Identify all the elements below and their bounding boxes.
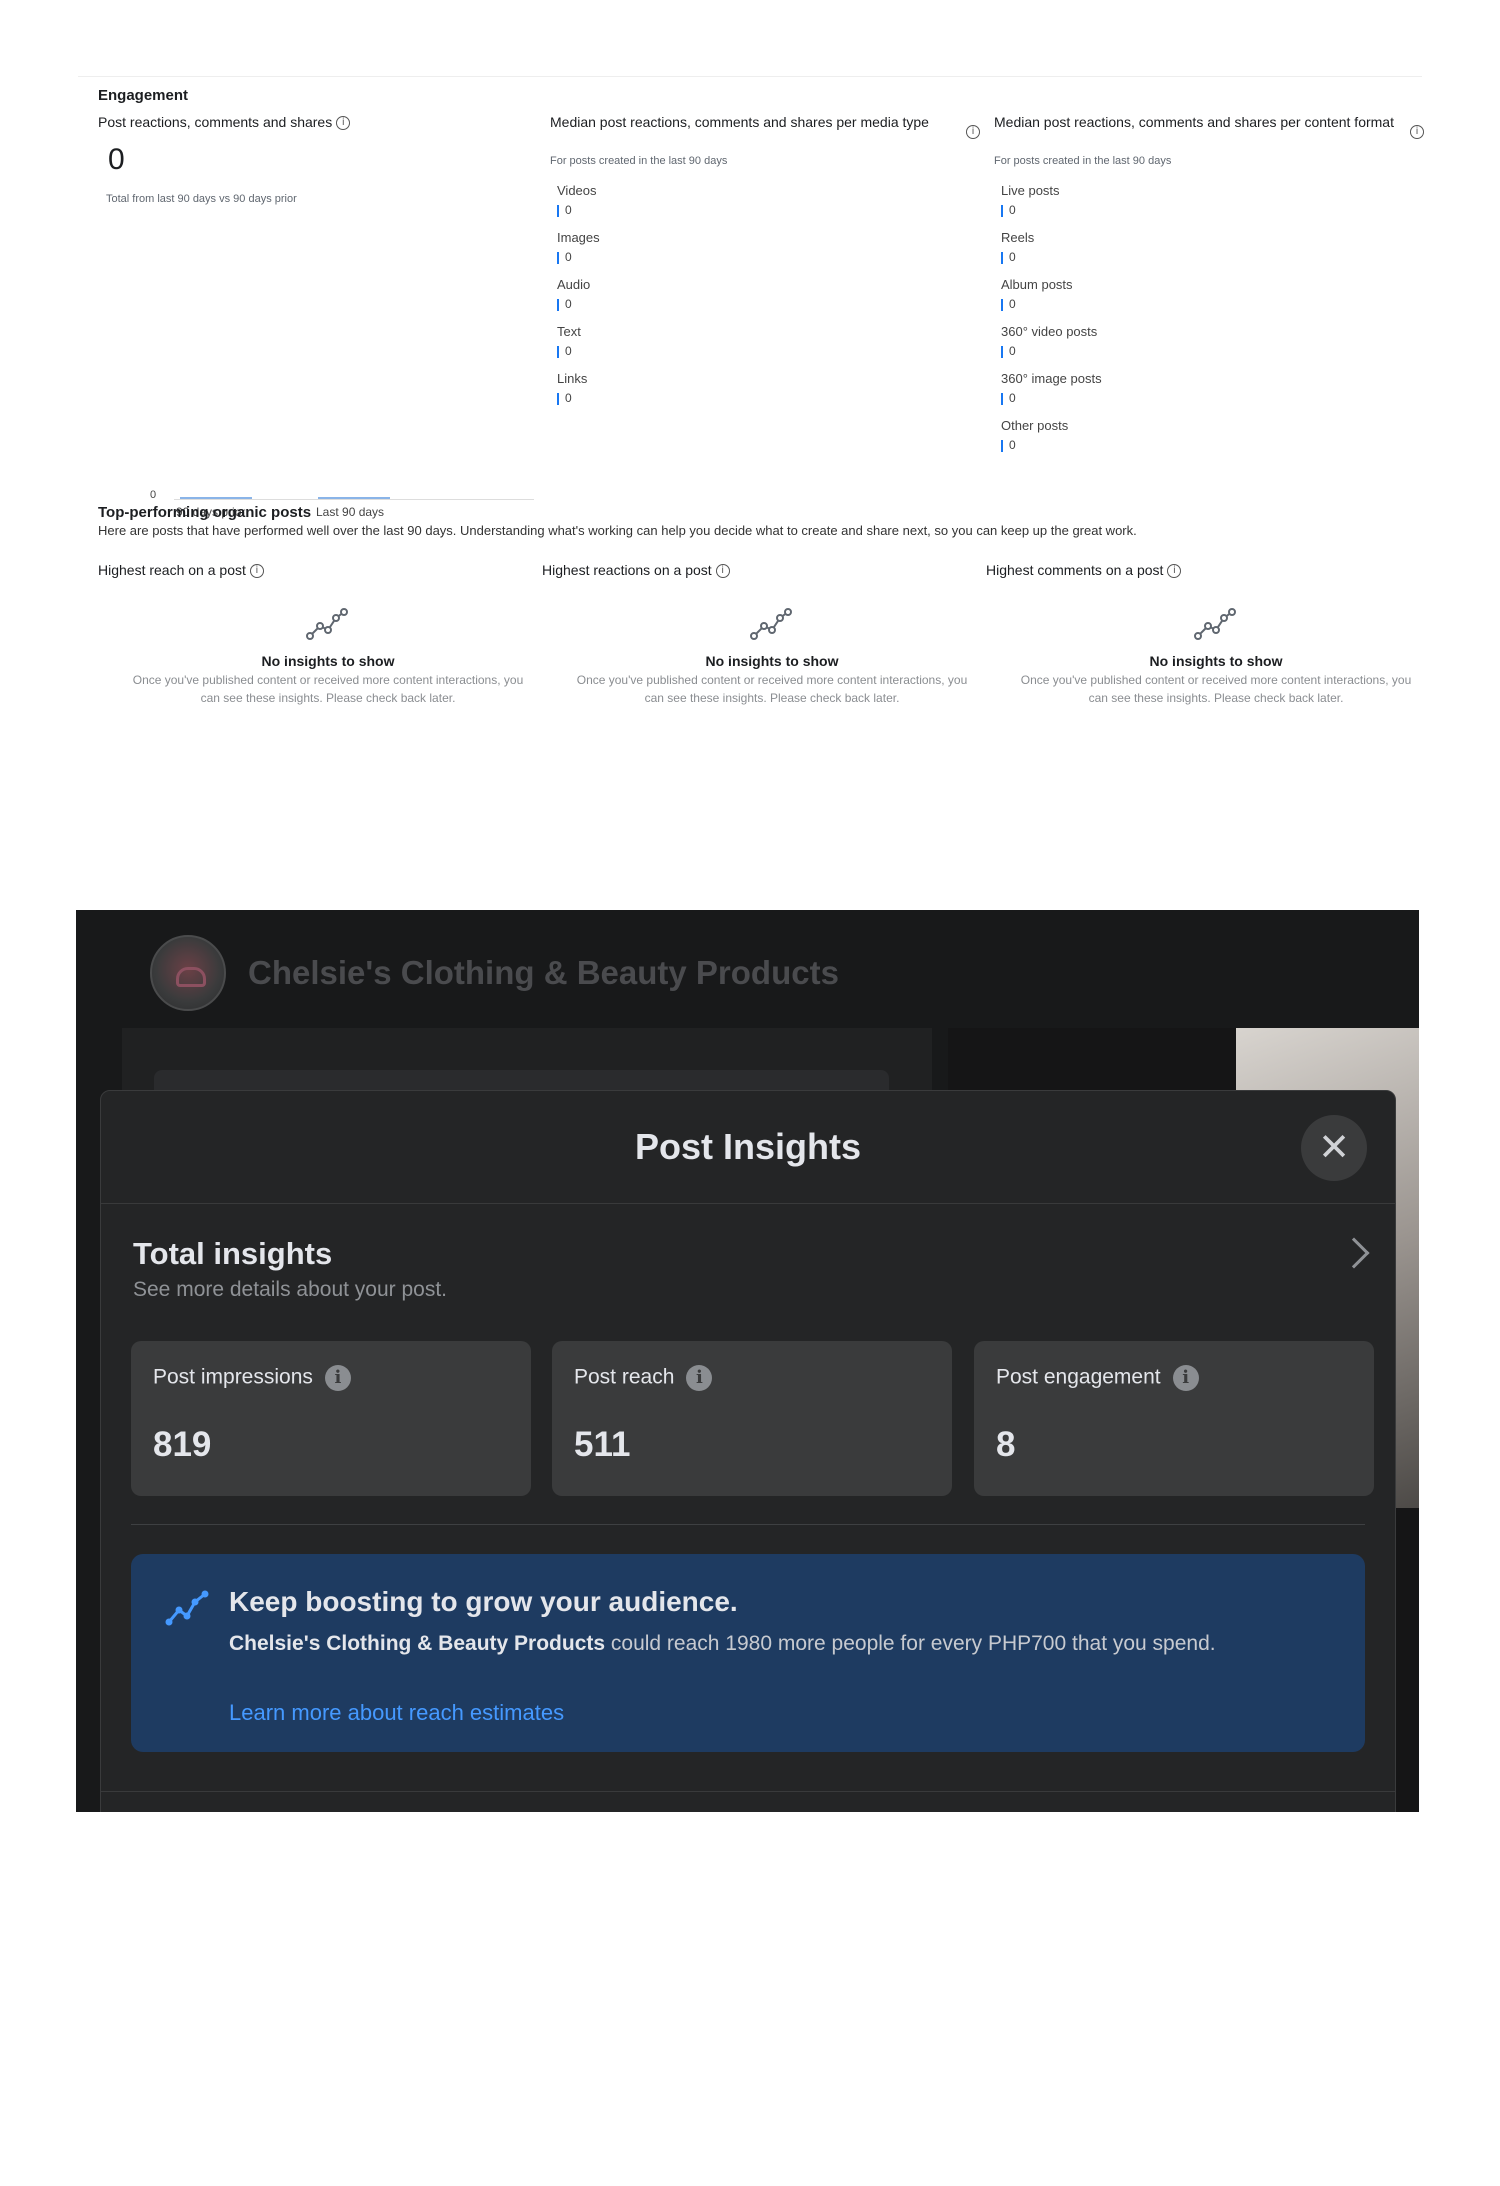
empty-title: No insights to show: [261, 653, 395, 669]
stat-value: 511: [574, 1425, 631, 1464]
empty-state: No insights to show Once you've publishe…: [572, 602, 972, 707]
list-item-value: 0: [1001, 250, 1016, 264]
list-item-value: 0: [1001, 344, 1016, 358]
list-item-value: 0: [557, 203, 572, 217]
list-item-label: Text: [557, 324, 581, 339]
info-icon[interactable]: i: [1172, 1365, 1199, 1391]
reactions-comparison-chart: 0 90 days prior Last 90 days: [78, 197, 538, 519]
list-item-label: Images: [557, 230, 600, 245]
content-format-subtitle: For posts created in the last 90 days: [994, 155, 1172, 167]
list-item-value: 0: [1001, 438, 1016, 452]
empty-description: Once you've published content or receive…: [576, 673, 968, 705]
list-item-value: 0: [557, 344, 572, 358]
info-icon[interactable]: i: [686, 1365, 713, 1391]
trend-line-icon: [1194, 608, 1236, 640]
list-item-value: 0: [1001, 203, 1016, 217]
list-item-label: Album posts: [1001, 277, 1073, 292]
stat-label: Post reach: [574, 1365, 675, 1389]
list-item-label: Audio: [557, 277, 591, 292]
media-type-title: Median post reactions, comments and shar…: [550, 114, 929, 130]
list-item-label: Reels: [1001, 230, 1035, 245]
list-item-label: Live posts: [1001, 183, 1060, 198]
empty-title: No insights to show: [705, 653, 839, 669]
chart-x-label: Last 90 days: [316, 505, 385, 519]
reactions-total-title: Post reactions, comments and shares i: [98, 113, 351, 131]
info-icon[interactable]: i: [715, 564, 730, 579]
list-item-value: 0: [557, 391, 572, 405]
card-head-reach: Highest reach on a post i: [98, 562, 264, 579]
stat-card-reach: Post reach i 511: [552, 1341, 952, 1496]
reactions-total-value: 0: [108, 143, 125, 176]
info-icon[interactable]: i: [324, 1365, 351, 1391]
chart-bar: [318, 497, 390, 499]
list-item-label: Other posts: [1001, 418, 1069, 433]
close-button[interactable]: ✕: [1301, 1115, 1367, 1181]
empty-description: Once you've published content or receive…: [132, 673, 524, 705]
list-item-label: Links: [557, 371, 588, 386]
boost-title: Keep boosting to grow your audience.: [229, 1586, 738, 1617]
top-posts-description: Here are posts that have performed well …: [98, 523, 1137, 538]
info-icon[interactable]: i: [966, 124, 980, 139]
top-posts-title: Top-performing organic posts: [98, 504, 312, 521]
page-avatar[interactable]: [150, 935, 226, 1011]
total-insights-title: Total insights: [133, 1236, 333, 1271]
close-icon: ✕: [1318, 1125, 1350, 1169]
modal-title: Post Insights: [634, 1126, 862, 1167]
chart-bar: [180, 497, 252, 499]
list-item-label: 360° video posts: [1001, 324, 1098, 339]
content-format-title: Median post reactions, comments and shar…: [994, 114, 1394, 130]
post-insights-screen: Chelsie's Clothing & Beauty Products Pos…: [76, 910, 1419, 1812]
list-item-label: Videos: [557, 183, 597, 198]
chart-baseline: [174, 499, 534, 500]
stat-card-engagement: Post engagement i 8: [974, 1341, 1374, 1496]
post-insights-modal: Post Insights ✕ Total insights See more …: [100, 1090, 1396, 1812]
reach-estimates-link[interactable]: Learn more about reach estimates: [229, 1700, 564, 1726]
chart-y-zero: 0: [150, 489, 157, 501]
empty-description: Once you've published content or receive…: [1020, 673, 1412, 705]
stat-label: Post impressions: [153, 1365, 313, 1389]
list-item-value: 0: [557, 297, 572, 311]
empty-state: No insights to show Once you've publishe…: [1016, 602, 1416, 707]
empty-title: No insights to show: [1149, 653, 1283, 669]
divider: [101, 1791, 1395, 1792]
engagement-title: Engagement: [98, 87, 189, 104]
chevron-right-icon: [1338, 1237, 1370, 1269]
boost-body: Chelsie's Clothing & Beauty Products cou…: [229, 1628, 1309, 1659]
info-icon[interactable]: i: [336, 116, 351, 131]
boost-body-text: could reach 1980 more people for every P…: [605, 1632, 1216, 1655]
info-icon[interactable]: i: [1410, 124, 1424, 139]
page-name[interactable]: Chelsie's Clothing & Beauty Products: [248, 954, 839, 992]
total-insights-subtitle: See more details about your post.: [133, 1278, 448, 1301]
list-item-value: 0: [557, 250, 572, 264]
card-head-reactions: Highest reactions on a post i: [542, 562, 730, 579]
trend-line-icon: [306, 608, 348, 640]
info-icon[interactable]: i: [249, 564, 264, 579]
trend-line-icon: [165, 1590, 209, 1626]
list-item-label: 360° image posts: [1001, 371, 1102, 386]
list-item-value: 0: [1001, 297, 1016, 311]
media-type-subtitle: For posts created in the last 90 days: [550, 155, 728, 167]
stat-card-impressions: Post impressions i 819: [131, 1341, 531, 1496]
boost-banner: Keep boosting to grow your audience. Che…: [131, 1554, 1365, 1752]
empty-state: No insights to show Once you've publishe…: [128, 602, 528, 707]
list-item-value: 0: [1001, 391, 1016, 405]
info-icon[interactable]: i: [1167, 564, 1182, 579]
total-insights-row[interactable]: Total insights See more details about yo…: [101, 1204, 1395, 1324]
card-head-comments: Highest comments on a post i: [986, 562, 1182, 579]
boost-page-name: Chelsie's Clothing & Beauty Products: [229, 1632, 606, 1655]
stat-label: Post engagement: [996, 1365, 1161, 1389]
stat-value: 8: [996, 1425, 1016, 1464]
trend-line-icon: [750, 608, 792, 640]
divider: [131, 1524, 1365, 1525]
stat-value: 819: [153, 1425, 212, 1464]
